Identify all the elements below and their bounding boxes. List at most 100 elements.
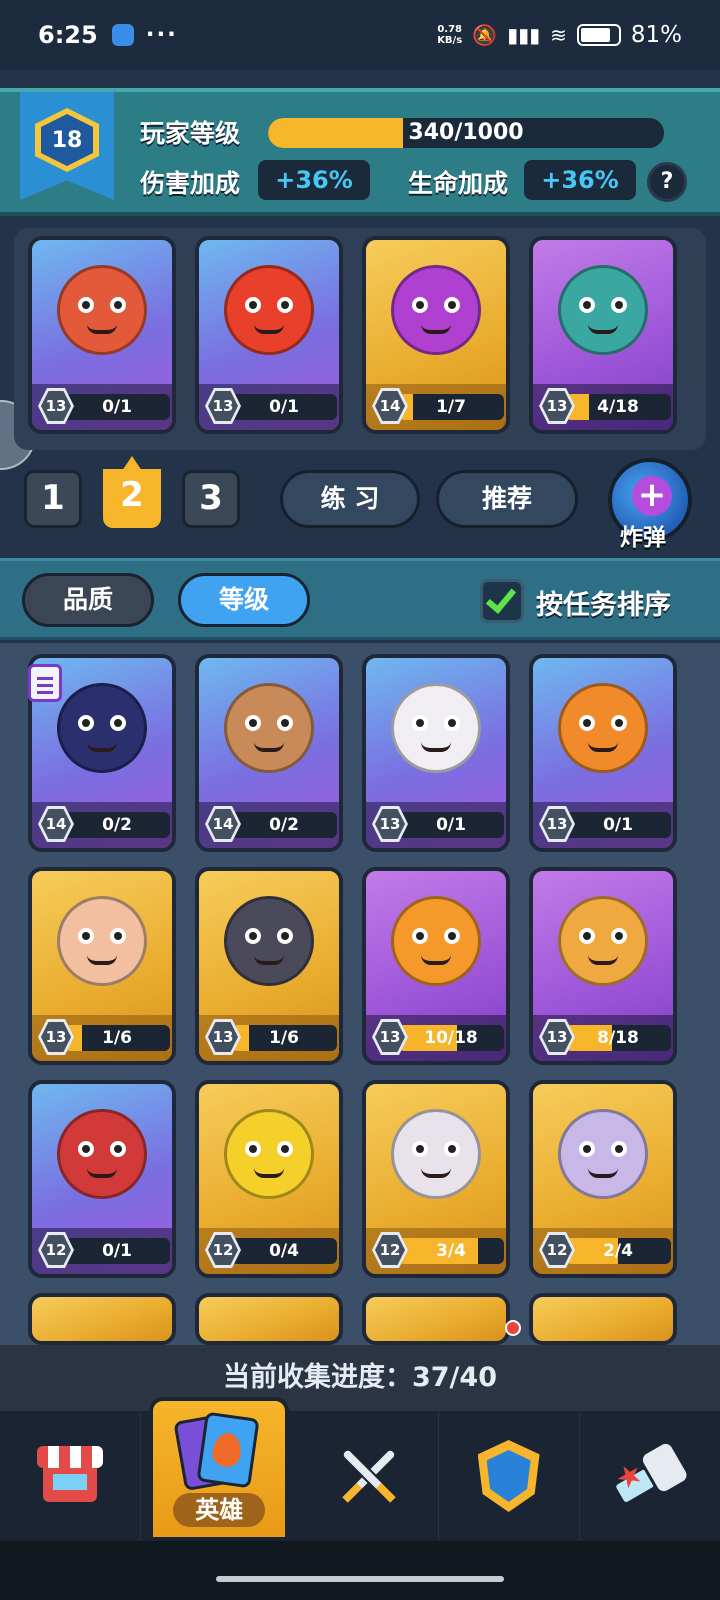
- signal-icon: ▮▮▮: [507, 23, 541, 47]
- hero-card-collection-7[interactable]: 13 10/18: [362, 867, 510, 1065]
- hero-card-progress: 0/1: [565, 812, 671, 838]
- hero-portrait: [547, 1098, 659, 1210]
- hero-card-partial[interactable]: [529, 1293, 677, 1345]
- player-level-badge[interactable]: 18: [20, 92, 114, 200]
- hero-card-team-4[interactable]: 13 4/18: [529, 236, 677, 434]
- hero-portrait: [213, 1098, 325, 1210]
- filter-level-button[interactable]: 等级: [178, 573, 310, 627]
- hero-portrait: [46, 672, 158, 784]
- player-panel: 18 玩家等级 340/1000 伤害加成 +36% 生命加成 +36% ?: [0, 88, 720, 216]
- hero-card-progress: 0/1: [231, 394, 337, 420]
- hero-portrait: [213, 254, 325, 366]
- hero-card-progress-text: 4/18: [597, 397, 639, 417]
- hero-portrait: [380, 885, 492, 997]
- battle-icon: [331, 1440, 403, 1512]
- sort-by-task-checkbox[interactable]: [480, 579, 524, 623]
- status-bar: 6:25 ··· 0.78 KB/s 🔕 ▮▮▮ ≋ 81%: [0, 0, 720, 70]
- hero-card-progress-text: 10/18: [424, 1028, 478, 1048]
- checkmark-icon: [485, 582, 517, 614]
- hero-card-partial[interactable]: [28, 1293, 176, 1345]
- hero-card-progress: 3/4: [398, 1238, 504, 1264]
- sort-by-task-label: 按任务排序: [536, 590, 671, 621]
- nav-shop[interactable]: [0, 1411, 142, 1541]
- hero-card-progress-text: 0/2: [269, 815, 299, 835]
- practice-button[interactable]: 练 习: [280, 470, 420, 528]
- collection-progress: 当前收集进度：37/40: [0, 1345, 720, 1411]
- player-xp-text: 340/1000: [408, 120, 524, 145]
- battery-percent: 81%: [630, 22, 682, 48]
- battery-icon: [576, 24, 621, 46]
- hero-card-collection-2[interactable]: 14 0/2: [195, 654, 343, 852]
- gesture-area: [0, 1541, 720, 1600]
- health-bonus-value: +36%: [524, 160, 636, 200]
- hero-card-collection-10[interactable]: 12 0/4: [195, 1080, 343, 1278]
- hero-card-progress: 1/7: [398, 394, 504, 420]
- bomb-icon: +: [632, 476, 672, 516]
- hero-portrait: [213, 672, 325, 784]
- punch-icon: [602, 1431, 698, 1521]
- player-level-number: 18: [41, 114, 93, 166]
- hero-card-progress: 10/18: [398, 1025, 504, 1051]
- more-notifications-icon: ···: [145, 22, 178, 48]
- hero-card-progress-text: 1/7: [436, 397, 466, 417]
- hero-card-team-1[interactable]: 13 0/1: [28, 236, 176, 434]
- hero-card-collection-3[interactable]: 13 0/1: [362, 654, 510, 852]
- hero-card-collection-12[interactable]: 12 2/4: [529, 1080, 677, 1278]
- hero-portrait: [213, 885, 325, 997]
- hero-card-progress-text: 0/1: [102, 397, 132, 417]
- hero-card-progress: 0/1: [398, 812, 504, 838]
- status-time: 6:25: [38, 21, 98, 49]
- recommend-button[interactable]: 推荐: [436, 470, 578, 528]
- hero-portrait: [380, 254, 492, 366]
- task-clipboard-icon: [28, 664, 62, 702]
- team-slot-2[interactable]: 2: [103, 456, 161, 528]
- hero-card-progress: 1/6: [231, 1025, 337, 1051]
- shop-icon: [37, 1446, 104, 1506]
- hero-card-progress-text: 0/1: [102, 1241, 132, 1261]
- hero-portrait: [547, 885, 659, 997]
- hero-card-progress-text: 0/1: [269, 397, 299, 417]
- hero-card-team-3[interactable]: 14 1/7: [362, 236, 510, 434]
- filter-quality-button[interactable]: 品质: [22, 573, 154, 627]
- hero-card-collection-8[interactable]: 13 8/18: [529, 867, 677, 1065]
- nav-battle[interactable]: [297, 1411, 439, 1541]
- health-bonus-label: 生命加成: [408, 169, 509, 198]
- heroes-icon: [173, 1411, 260, 1492]
- hero-portrait: [380, 1098, 492, 1210]
- hero-card-progress: 0/1: [64, 1238, 170, 1264]
- hero-portrait: [46, 254, 158, 366]
- hero-card-collection-11[interactable]: 12 3/4: [362, 1080, 510, 1278]
- network-speed: 0.78 KB/s: [437, 24, 463, 46]
- hero-card-progress: 4/18: [565, 394, 671, 420]
- hero-card-partial[interactable]: [195, 1293, 343, 1345]
- player-level-label: 玩家等级: [140, 119, 241, 148]
- filter-bar: 品质 等级 按任务排序: [0, 558, 720, 640]
- hero-card-progress-text: 3/4: [436, 1241, 466, 1261]
- hero-card-progress: 0/2: [64, 812, 170, 838]
- hero-card-progress-text: 0/4: [269, 1241, 299, 1261]
- nav-events[interactable]: [580, 1411, 720, 1541]
- hero-card-progress: 0/4: [231, 1238, 337, 1264]
- mute-icon: 🔕: [472, 23, 498, 47]
- hero-card-collection-9[interactable]: 12 0/1: [28, 1080, 176, 1278]
- nav-clan[interactable]: [439, 1411, 580, 1541]
- damage-bonus-label: 伤害加成: [140, 169, 241, 198]
- hero-card-team-2[interactable]: 13 0/1: [195, 236, 343, 434]
- hero-card-progress-text: 1/6: [102, 1028, 132, 1048]
- hero-portrait: [46, 1098, 158, 1210]
- hero-card-progress: 2/4: [565, 1238, 671, 1264]
- hero-card-collection-6[interactable]: 13 1/6: [195, 867, 343, 1065]
- hero-card-partial[interactable]: [362, 1293, 510, 1345]
- clan-icon: [477, 1440, 540, 1512]
- hero-card-collection-5[interactable]: 13 1/6: [28, 867, 176, 1065]
- team-slot-1[interactable]: 1: [24, 470, 82, 528]
- hero-portrait: [46, 885, 158, 997]
- hero-card-collection-4[interactable]: 13 0/1: [529, 654, 677, 852]
- nav-heroes[interactable]: 英雄: [149, 1397, 290, 1541]
- hero-portrait: [547, 672, 659, 784]
- player-xp-bar: 340/1000: [268, 118, 664, 148]
- team-slot-3[interactable]: 3: [182, 470, 240, 528]
- home-indicator[interactable]: [216, 1576, 504, 1582]
- help-button[interactable]: ?: [647, 162, 687, 202]
- bomb-label: 炸弹: [620, 525, 666, 551]
